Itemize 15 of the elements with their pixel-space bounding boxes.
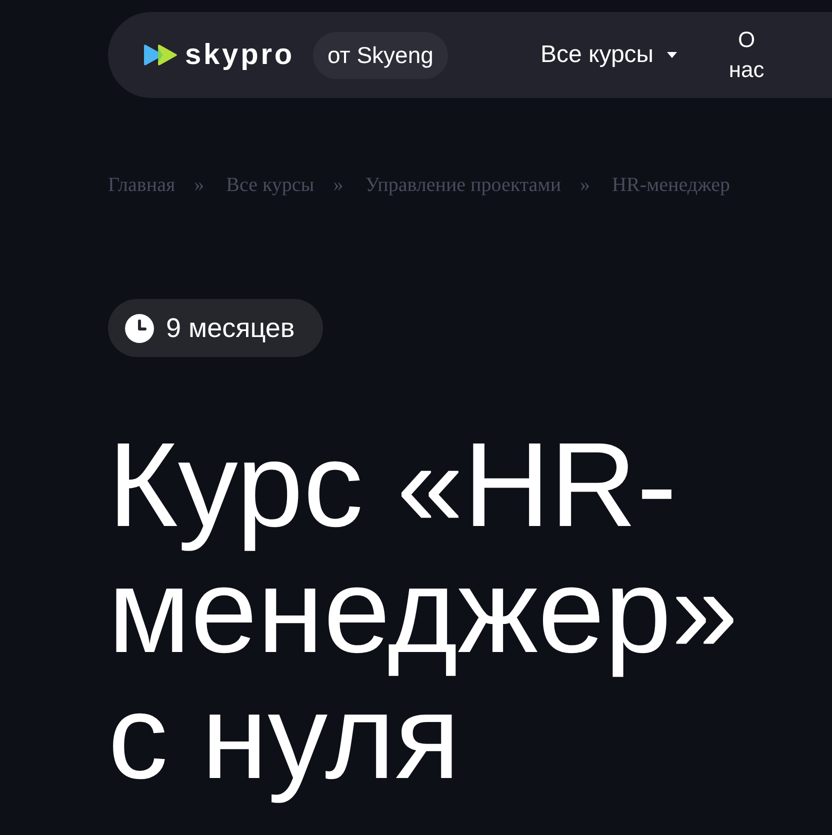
brand-name[interactable]: skypro bbox=[185, 39, 294, 71]
breadcrumb-separator: » bbox=[580, 173, 590, 197]
breadcrumb-link[interactable]: HR-менеджер bbox=[612, 173, 730, 197]
nav-link[interactable]: О нас bbox=[724, 25, 769, 85]
duration-text: 9 месяцев bbox=[166, 313, 295, 343]
breadcrumb-separator: » bbox=[333, 173, 344, 197]
breadcrumb-link[interactable]: Управление проектами bbox=[365, 173, 562, 197]
breadcrumb-link[interactable]: Главная bbox=[108, 173, 176, 197]
clock-icon bbox=[125, 314, 154, 342]
logo-icon bbox=[143, 44, 178, 66]
breadcrumb-separator: » bbox=[194, 173, 204, 197]
nav-dropdown-button[interactable]: Все курсы bbox=[540, 40, 677, 70]
caret-icon bbox=[666, 52, 677, 58]
breadcrumb-link[interactable]: Все курсы bbox=[226, 173, 314, 197]
tagline-badge: от Skyeng bbox=[312, 32, 448, 78]
